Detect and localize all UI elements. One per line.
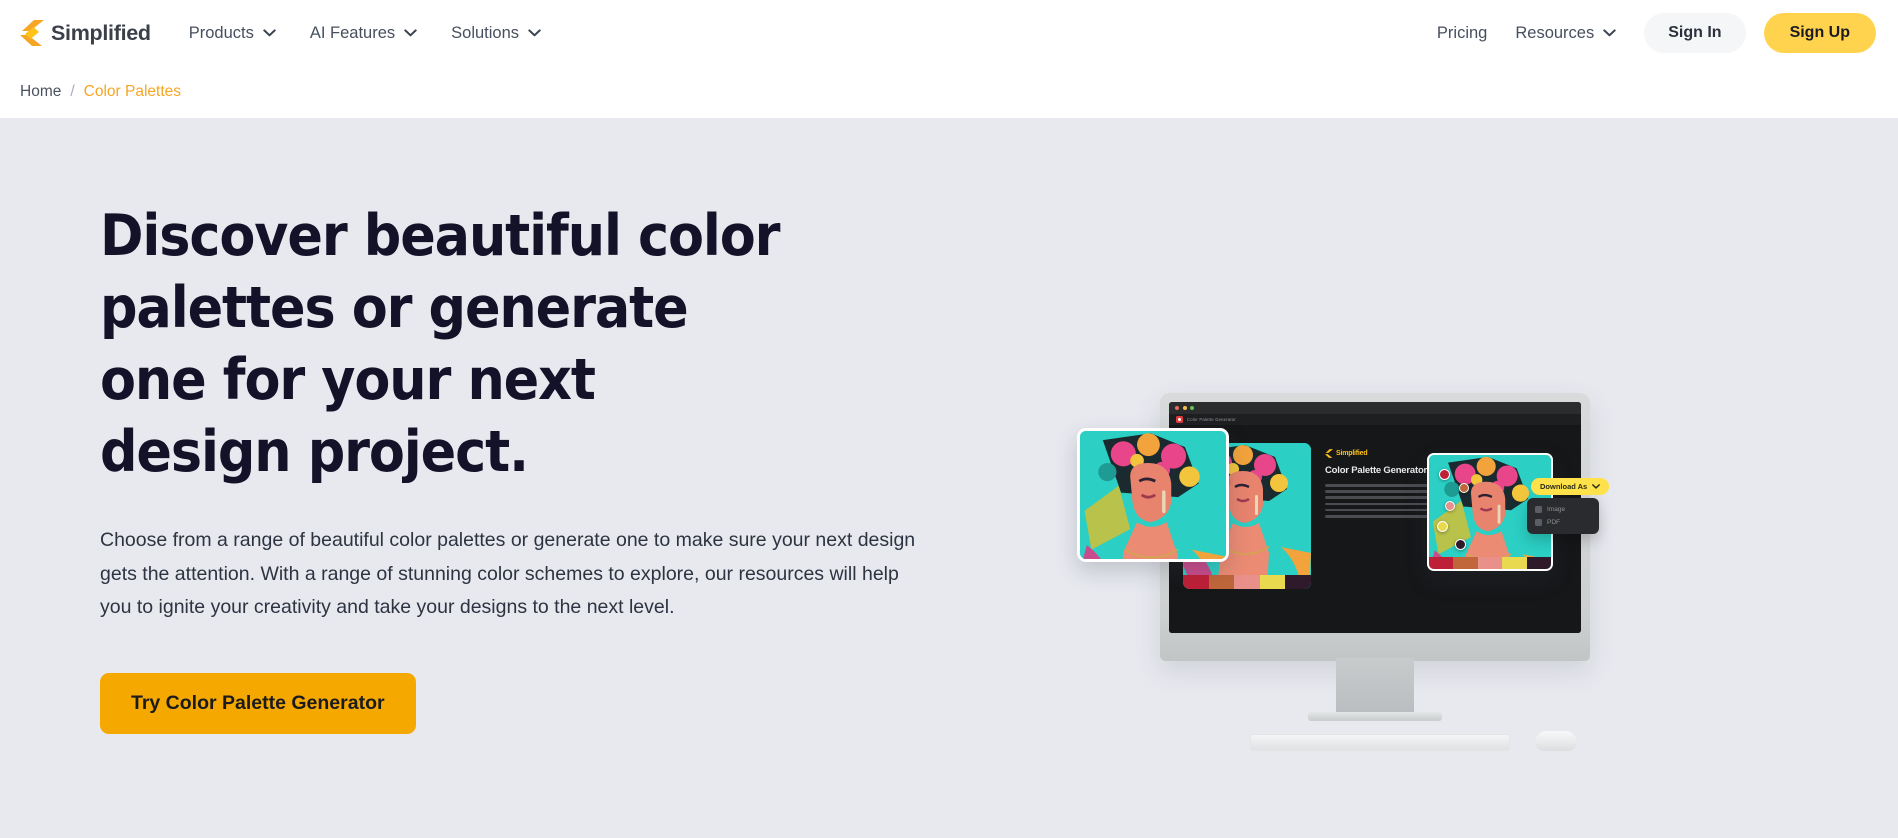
- header-right-group: Pricing Resources Sign In Sign Up: [1437, 13, 1876, 53]
- chevron-down-icon: [404, 29, 417, 37]
- sign-up-button[interactable]: Sign Up: [1763, 13, 1876, 53]
- color-picker-handle[interactable]: [1445, 501, 1455, 511]
- color-picker-handle[interactable]: [1459, 483, 1469, 493]
- nav-item-label: Solutions: [451, 23, 520, 42]
- page-title: Discover beautiful color palettes or gen…: [100, 203, 781, 485]
- window-minimize-dot-icon: [1182, 406, 1187, 410]
- palette-swatch[interactable]: [1183, 575, 1209, 589]
- nav-item-label: Pricing: [1436, 23, 1488, 42]
- hero-description: Choose from a range of beautiful color p…: [100, 529, 916, 618]
- hero-illustration: Color Palette Generator Simplified Color…: [1077, 368, 1780, 788]
- download-as-label: Download As: [1540, 482, 1588, 491]
- nav-item-ai-features[interactable]: AI Features: [310, 24, 417, 43]
- simplified-bolt-logo-icon: [20, 20, 44, 46]
- monitor-stand-base: [1308, 712, 1442, 721]
- palette-swatch[interactable]: [1208, 575, 1235, 589]
- palette-swatch[interactable]: [1285, 575, 1311, 589]
- sign-in-button[interactable]: Sign In: [1644, 13, 1746, 53]
- app-brand-name: Simplified: [1336, 450, 1368, 457]
- nav-item-label: AI Features: [309, 23, 396, 42]
- color-picker-handle[interactable]: [1439, 469, 1450, 480]
- breadcrumb-current-page[interactable]: Color Palettes: [84, 83, 181, 101]
- nav-item-products[interactable]: Products: [189, 24, 276, 43]
- palette-swatch-row: [1183, 575, 1311, 589]
- browser-chrome-bar: [1169, 402, 1581, 414]
- browser-tab[interactable]: Color Palette Generator: [1169, 414, 1581, 425]
- breadcrumb: Home / Color Palettes: [0, 66, 1898, 118]
- download-as-button[interactable]: Download As: [1531, 478, 1610, 495]
- keyboard-mockup: [1250, 734, 1510, 751]
- chevron-down-icon: [263, 29, 276, 37]
- hero-section: Discover beautiful color palettes or gen…: [0, 118, 1898, 838]
- chevron-down-icon: [1603, 29, 1616, 37]
- image-icon: [1535, 506, 1542, 513]
- nav-item-pricing[interactable]: Pricing: [1437, 24, 1487, 43]
- monitor-stand-neck: [1336, 658, 1414, 716]
- hero-copy: Discover beautiful color palettes or gen…: [100, 200, 930, 734]
- nav-item-solutions[interactable]: Solutions: [451, 24, 541, 43]
- download-option-label: PDF: [1547, 519, 1560, 526]
- floating-artwork-card-left[interactable]: [1077, 428, 1229, 562]
- palette-swatch-row: [1429, 557, 1551, 569]
- main-navigation: Products AI Features Solutions: [189, 24, 541, 43]
- brand-logo[interactable]: Simplified: [20, 20, 151, 46]
- nav-item-label: Resources: [1515, 23, 1595, 42]
- simplified-bolt-logo-icon: [1325, 449, 1333, 458]
- download-option-label: Image: [1547, 506, 1566, 513]
- portrait-artwork: [1080, 431, 1226, 559]
- breadcrumb-home-link[interactable]: Home: [20, 83, 61, 101]
- palette-swatch[interactable]: [1259, 575, 1286, 589]
- download-option-pdf[interactable]: PDF: [1533, 516, 1593, 529]
- download-options-menu: Image PDF: [1527, 498, 1599, 534]
- nav-item-label: Products: [188, 23, 254, 42]
- nav-item-resources[interactable]: Resources: [1515, 24, 1616, 43]
- window-maximize-dot-icon: [1190, 406, 1194, 410]
- chevron-down-icon: [1592, 484, 1601, 489]
- favicon-icon: [1176, 416, 1183, 423]
- mouse-mockup: [1535, 731, 1577, 751]
- pdf-icon: [1535, 519, 1542, 526]
- download-option-image[interactable]: Image: [1533, 503, 1593, 516]
- palette-swatch[interactable]: [1502, 557, 1527, 569]
- color-picker-handle[interactable]: [1437, 521, 1448, 532]
- palette-swatch[interactable]: [1526, 557, 1551, 569]
- palette-swatch[interactable]: [1429, 557, 1454, 569]
- try-color-palette-generator-button[interactable]: Try Color Palette Generator: [100, 672, 416, 734]
- color-picker-handle[interactable]: [1455, 539, 1466, 550]
- palette-swatch[interactable]: [1453, 557, 1478, 569]
- brand-name: Simplified: [51, 20, 151, 45]
- chevron-down-icon: [528, 29, 541, 37]
- breadcrumb-separator: /: [70, 83, 75, 100]
- browser-tab-label: Color Palette Generator: [1187, 417, 1236, 422]
- window-close-dot-icon: [1175, 406, 1179, 410]
- palette-swatch[interactable]: [1234, 575, 1260, 589]
- site-header: Simplified Products AI Features Solution…: [0, 0, 1898, 66]
- palette-swatch[interactable]: [1477, 557, 1503, 569]
